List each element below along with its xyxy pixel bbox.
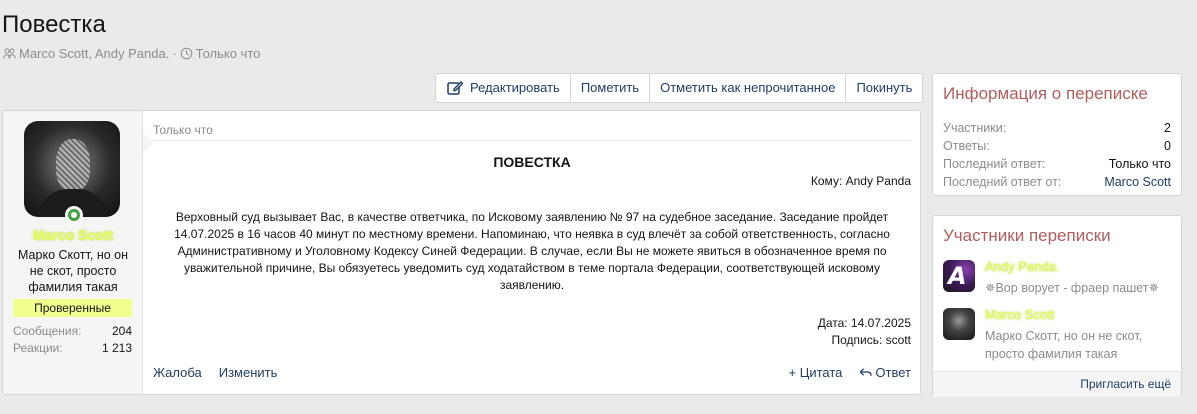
edit-button[interactable]: Редактировать: [436, 74, 571, 102]
member-subtitle: Марко Скотт, но он не скот, просто фамил…: [985, 329, 1143, 361]
message-heading: ПОВЕСТКА: [493, 154, 571, 170]
author-cell: Marco Scott Марко Скотт, но он не скот, …: [3, 111, 143, 394]
clock-icon: [180, 47, 192, 60]
info-pairs: Участники: 2 Ответы: 0 Последний ответ: Тол…: [943, 119, 1171, 191]
avatar-mask-image: [56, 139, 90, 191]
edit-link[interactable]: Изменить: [219, 365, 278, 380]
last-reply-value: Только что: [1108, 157, 1171, 171]
message-divider: [153, 140, 911, 141]
page-title: Повестка: [2, 11, 106, 38]
invite-more-link[interactable]: Пригласить ещё: [933, 371, 1181, 397]
quote-link[interactable]: + Цитата: [789, 365, 843, 380]
message-content: Только что ПОВЕСТКА Кому: Andy Panda Вер…: [153, 111, 911, 394]
member-avatar[interactable]: [943, 308, 975, 340]
mark-button[interactable]: Пометить: [571, 74, 651, 102]
author-stats: Сообщения: 204 Реакции: 1 213: [13, 323, 132, 357]
meta-time: Только что: [195, 46, 261, 61]
leave-button[interactable]: Покинуть: [846, 74, 922, 102]
reply-label: Ответ: [875, 365, 911, 380]
message-date: Дата: 14.07.2025: [817, 316, 911, 330]
author-banner: Проверенные: [13, 299, 132, 317]
reactions-value: 1 213: [101, 341, 132, 355]
users-icon: [3, 48, 16, 59]
author-avatar[interactable]: [24, 121, 120, 217]
mark-unread-button[interactable]: Отметить как непрочитанное: [650, 74, 847, 102]
edit-button-label: Редактировать: [470, 80, 560, 95]
replies-value: 0: [1164, 139, 1171, 153]
members-panel-title: Участники переписки: [943, 226, 1111, 245]
member-logo-icon: A: [948, 262, 967, 290]
conversation-members-panel: Участники переписки A Andy Panda. ✵Вор в…: [932, 215, 1182, 397]
message-time[interactable]: Только что: [153, 123, 213, 137]
messages-value[interactable]: 204: [112, 323, 132, 340]
post-arrow: [143, 133, 153, 153]
info-panel-title: Информация о переписке: [943, 84, 1148, 103]
messages-label: Сообщения:: [13, 324, 82, 338]
member-subtitle: ✵Вор ворует - фраер пашет✵: [985, 281, 1159, 295]
member-name[interactable]: Andy Panda.: [985, 259, 1059, 274]
last-reply-from-link[interactable]: Marco Scott: [1104, 173, 1171, 191]
member-name[interactable]: Marco Scott: [985, 307, 1054, 322]
message-recipient: Кому: Andy Panda: [810, 174, 911, 188]
thread-toolbar: Редактировать Пометить Отметить как непр…: [435, 73, 924, 103]
author-user-title: Марко Скотт, но он не скот, просто фамил…: [18, 248, 128, 294]
participants-value: 2: [1164, 121, 1171, 135]
participants-text[interactable]: Marco Scott, Andy Panda.: [19, 46, 169, 61]
conversation-info-panel: Информация о переписке Участники: 2 Ответ…: [932, 73, 1182, 196]
reply-link[interactable]: Ответ: [859, 365, 911, 380]
replies-label: Ответы:: [943, 139, 990, 153]
participants-label: Участники:: [943, 121, 1007, 135]
meta-separator: ·: [172, 46, 177, 61]
message-body: Верховный суд вызывает Вас, в качестве о…: [174, 210, 890, 292]
online-status-icon: [65, 206, 83, 224]
edit-icon: [447, 81, 464, 95]
message-signature: Подпись: scott: [831, 333, 912, 347]
thread-meta: Marco Scott, Andy Panda. · Только что: [3, 46, 260, 61]
report-link[interactable]: Жалоба: [153, 365, 202, 380]
last-reply-from-label: Последний ответ от:: [943, 175, 1062, 189]
last-reply-label: Последний ответ:: [943, 157, 1046, 171]
reply-icon: [859, 368, 873, 376]
reactions-label: Реакции:: [13, 341, 63, 355]
member-avatar[interactable]: A: [943, 260, 975, 292]
message-post: Marco Scott Марко Скотт, но он не скот, …: [2, 110, 921, 395]
author-username[interactable]: Marco Scott: [3, 227, 143, 243]
